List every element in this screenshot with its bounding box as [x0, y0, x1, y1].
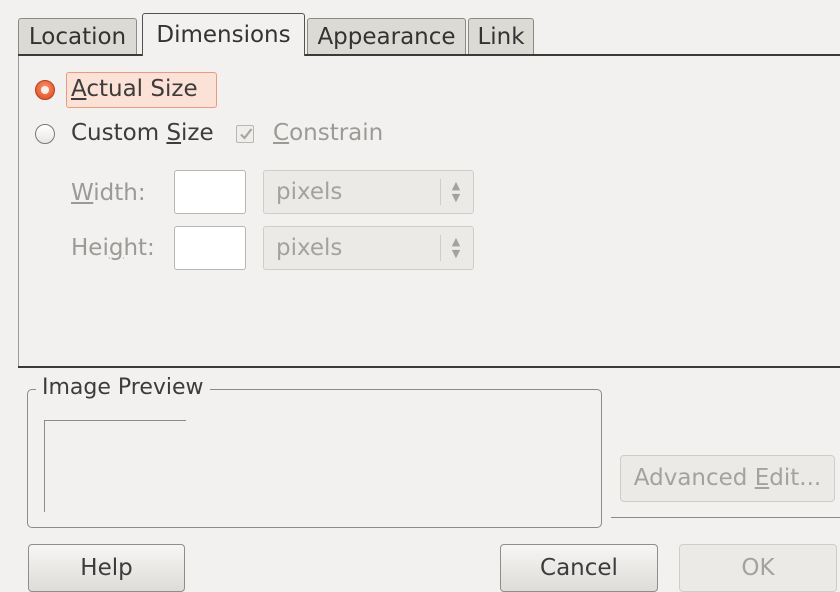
constrain-label[interactable]: Constrain [273, 120, 383, 146]
height-unit-value: pixels [276, 235, 343, 261]
tab-dimensions[interactable]: Dimensions [142, 13, 305, 56]
image-preview-area [44, 420, 186, 512]
width-label-post: idth: [93, 180, 146, 206]
height-label-pre: Hei [71, 235, 109, 261]
advanced-edit-mnemonic: E [754, 465, 770, 491]
width-unit-select[interactable]: pixels ▲ ▼ [263, 170, 474, 214]
height-label: Height: [71, 235, 155, 261]
actual-size-label[interactable]: Actual Size [71, 76, 198, 102]
constrain-label-post: onstrain [289, 120, 384, 146]
tab-link[interactable]: Link [468, 18, 534, 54]
height-unit-select[interactable]: pixels ▲ ▼ [263, 226, 474, 270]
panel-bottom-border [18, 366, 840, 368]
custom-size-label-post: ize [181, 120, 214, 146]
width-unit-value: pixels [276, 179, 343, 205]
ok-button[interactable]: OK [679, 544, 837, 592]
help-button[interactable]: Help [28, 544, 185, 592]
tab-location[interactable]: Location [18, 18, 137, 54]
custom-size-label-pre: Custom [71, 120, 167, 146]
tab-appearance[interactable]: Appearance [307, 18, 466, 54]
width-label: Width: [71, 180, 146, 206]
height-mnemonic: g [108, 235, 124, 261]
width-mnemonic: W [71, 180, 94, 206]
separator-line [611, 517, 840, 518]
custom-size-mnemonic: S [166, 120, 182, 146]
checkmark-icon [240, 128, 253, 140]
tab-link-label: Link [477, 24, 525, 50]
width-unit-separator [440, 179, 441, 205]
advanced-edit-button[interactable]: Advanced Edit... [620, 455, 835, 502]
constrain-checkbox[interactable] [236, 125, 254, 143]
actual-size-label-post: ctual Size [86, 76, 198, 102]
width-input[interactable] [174, 170, 246, 214]
constrain-mnemonic: C [273, 120, 290, 146]
tab-dimensions-label: Dimensions [156, 22, 291, 48]
tab-location-label: Location [28, 24, 127, 50]
advanced-edit-label-pre: Advanced [633, 465, 755, 491]
advanced-edit-label-post: dit... [769, 465, 822, 491]
height-unit-separator [440, 235, 441, 261]
custom-size-radio[interactable] [35, 124, 55, 144]
spin-arrows-icon: ▲ ▼ [451, 235, 461, 260]
height-input[interactable] [174, 226, 246, 270]
image-preview-title: Image Preview [36, 375, 210, 400]
actual-size-radio[interactable] [35, 80, 55, 100]
cancel-button[interactable]: Cancel [500, 544, 658, 592]
tab-appearance-label: Appearance [317, 24, 456, 50]
actual-size-mnemonic: A [71, 76, 87, 102]
spin-arrows-icon: ▲ ▼ [451, 179, 461, 204]
height-label-post: ht: [123, 235, 155, 261]
custom-size-label[interactable]: Custom Size [71, 120, 214, 146]
